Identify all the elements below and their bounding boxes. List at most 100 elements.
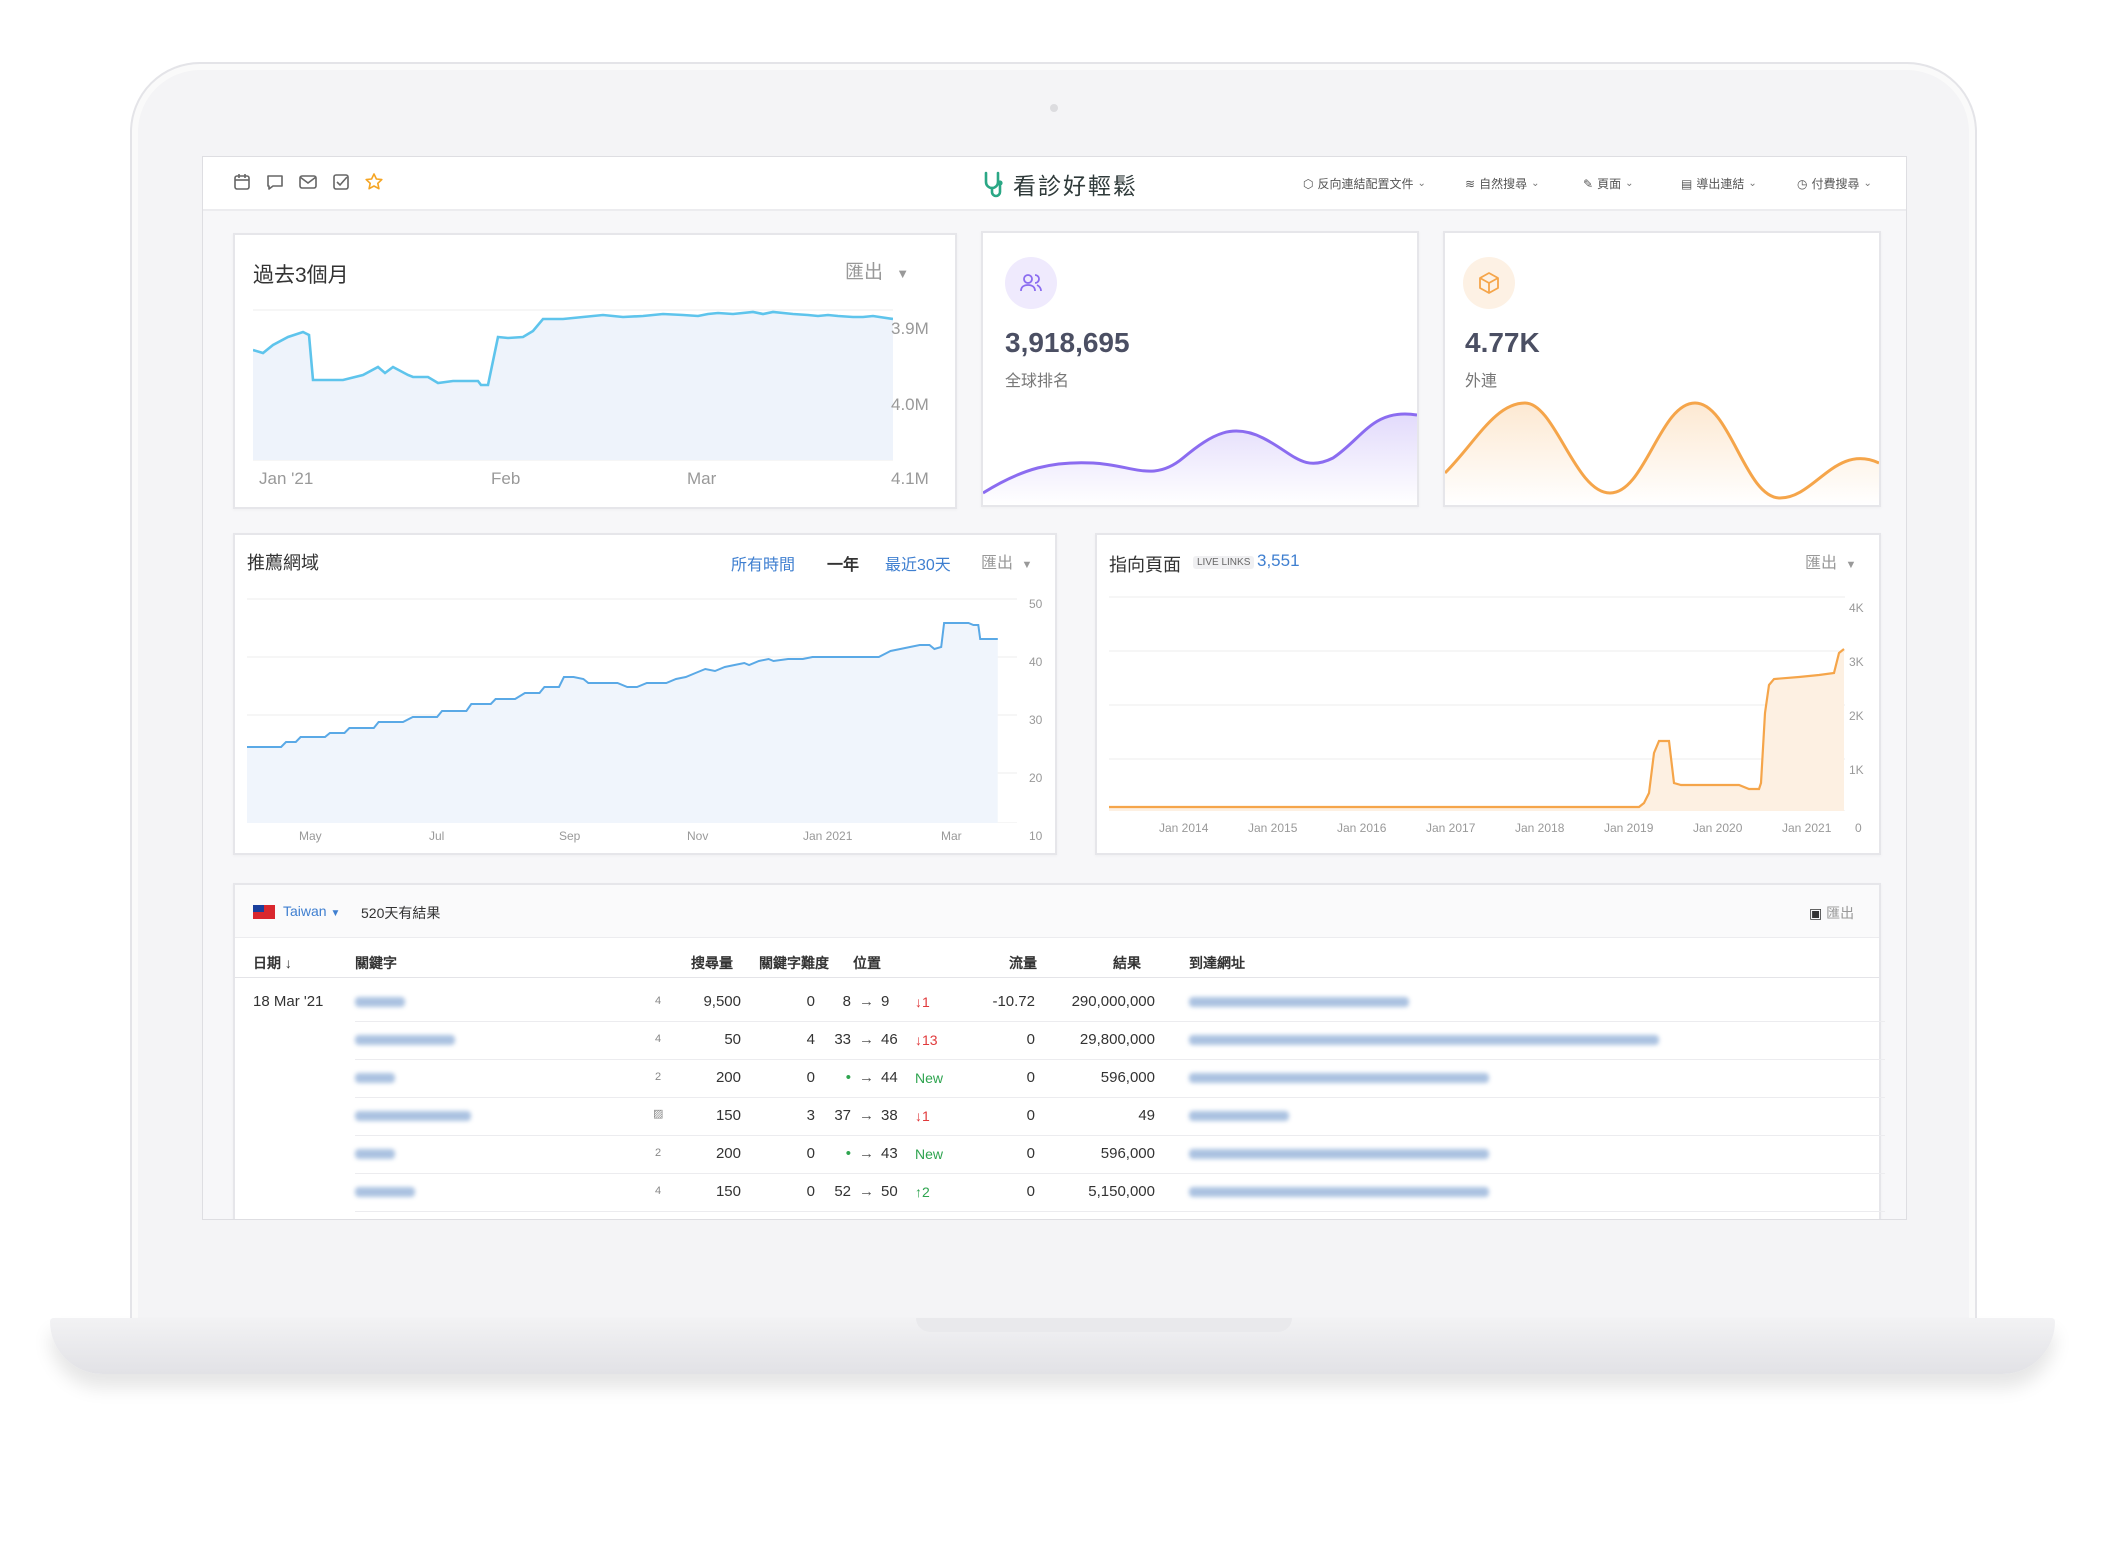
arrow-right-icon: → (859, 993, 874, 1010)
checkbox-icon[interactable] (331, 172, 351, 192)
keyword-link-redacted[interactable] (355, 1073, 395, 1083)
chevron-down-icon: ⌄ (1748, 178, 1757, 189)
landing-url-redacted[interactable] (1189, 1149, 1489, 1159)
y-tick: 50 (1029, 597, 1043, 611)
menu-outgoing-links[interactable]: ▤ 導出連結 ⌄ (1681, 175, 1757, 192)
range-all-time[interactable]: 所有時間 (731, 551, 795, 575)
col-url[interactable]: 到達網址 (1189, 953, 1245, 973)
export-button[interactable]: 匯出 ▼ (845, 257, 909, 284)
menu-paid-search[interactable]: ◷ 付費搜尋 ⌄ (1797, 175, 1872, 192)
y-tick: 30 (1029, 713, 1043, 727)
card-title: 過去3個月 (253, 264, 349, 287)
laptop-base (50, 1318, 2055, 1374)
keyword-link-redacted[interactable] (355, 1111, 471, 1121)
range-last-30-days[interactable]: 最近30天 (885, 551, 951, 575)
position-change-cell: New (915, 1146, 944, 1162)
chevron-down-icon: ⌄ (1531, 178, 1540, 189)
keyword-link-redacted[interactable] (355, 997, 405, 1007)
y-tick: 2K (1849, 709, 1864, 723)
x-tick: Jul (429, 829, 445, 843)
col-traffic[interactable]: 流量 (1009, 953, 1037, 973)
landing-url-redacted[interactable] (1189, 1111, 1289, 1121)
camera (1050, 104, 1058, 112)
menu-label: 付費搜尋 (1811, 177, 1860, 191)
global-rank-value: 3,918,695 (1005, 327, 1130, 358)
arrow-right-icon: → (859, 1183, 874, 1200)
arrow-right-icon: → (859, 1107, 874, 1124)
export-button[interactable]: ▣ 匯出 (1809, 903, 1854, 923)
export-button[interactable]: 匯出 ▼ (1805, 549, 1856, 573)
chat-icon[interactable] (265, 172, 285, 192)
export-label: 匯出 (981, 555, 1014, 572)
document-icon: ▤ (1681, 176, 1693, 191)
pages-card: 指向頁面 LIVE LINKS 3,551 匯出 ▼ 4K 3K 2K 1K 0… (1095, 533, 1881, 855)
y-tick: 0 (1855, 821, 1862, 835)
col-volume[interactable]: 搜尋量 (691, 953, 733, 973)
results-cell: 596,000 (1100, 1069, 1155, 1086)
pages-count[interactable]: 3,551 (1257, 551, 1300, 571)
results-cell: 29,800,000 (1079, 1031, 1155, 1048)
position-change-cell: New (915, 1070, 944, 1086)
range-one-year[interactable]: 一年 (827, 551, 859, 575)
box-icon-circle (1463, 257, 1515, 309)
position-change-cell: ↓1 (915, 1108, 930, 1124)
position-to-cell: 38 (881, 1107, 898, 1124)
results-cell: 290,000,000 (1071, 993, 1155, 1010)
col-date[interactable]: 日期 ↓ (253, 953, 292, 973)
col-results[interactable]: 結果 (1113, 953, 1141, 973)
file-icon: ▣ (1809, 905, 1823, 921)
export-label: 匯出 (1826, 905, 1855, 921)
landing-url-redacted[interactable] (1189, 1073, 1489, 1083)
table-row-divider (355, 1211, 1885, 1212)
x-tick: Feb (491, 469, 521, 488)
x-tick: Mar (687, 469, 717, 488)
position-from-cell: • (845, 1145, 851, 1162)
landing-url-redacted[interactable] (1189, 1035, 1659, 1045)
keywords-table-card: Taiwan ▼ 520天有結果 ▣ 匯出 日期 ↓ 關鍵字 搜尋量 關鍵字難度… (233, 883, 1885, 1219)
difficulty-cell: 4 (806, 1031, 815, 1048)
layers-icon: ≋ (1465, 176, 1476, 191)
difficulty-cell: 0 (806, 1069, 815, 1086)
taiwan-flag-icon (253, 905, 275, 919)
menu-organic-search[interactable]: ≋ 自然搜尋 ⌄ (1465, 175, 1539, 192)
clock-icon: ◷ (1797, 176, 1808, 191)
menu-pages[interactable]: ✎ 頁面 ⌄ (1583, 175, 1633, 192)
position-change-cell: ↓13 (915, 1032, 938, 1048)
keyword-link-redacted[interactable] (355, 1149, 395, 1159)
x-tick: Jan 2018 (1515, 821, 1565, 835)
header-label: 日期 (253, 955, 281, 971)
table-row-divider (355, 1021, 1885, 1022)
header-divider (235, 977, 1879, 978)
mail-icon[interactable] (298, 172, 318, 192)
country-select[interactable]: Taiwan ▼ (283, 903, 340, 919)
volume-cell: 9,500 (703, 993, 741, 1010)
table-row-divider (355, 1173, 1885, 1174)
serp-feature-badge: 2 (655, 1071, 662, 1083)
global-rank-card: 3,918,695 全球排名 (981, 231, 1419, 507)
export-button[interactable]: 匯出 ▼ (981, 549, 1032, 573)
x-tick: Sep (559, 829, 581, 843)
volume-cell: 150 (715, 1183, 741, 1200)
table-row-divider (355, 1097, 1885, 1098)
landing-url-redacted[interactable] (1189, 997, 1409, 1007)
col-position[interactable]: 位置 (853, 953, 881, 973)
x-tick: Jan 2015 (1248, 821, 1298, 835)
keyword-link-redacted[interactable] (355, 1187, 415, 1197)
export-label: 匯出 (1805, 555, 1838, 572)
logo[interactable]: 看診好輕鬆 (981, 169, 1138, 200)
chevron-down-icon: ⌄ (1863, 178, 1872, 189)
y-tick: 20 (1029, 771, 1043, 785)
global-rank-sparkline (983, 412, 1417, 505)
menu-backlink-profile[interactable]: ⬡ 反向連結配置文件 ⌄ (1303, 175, 1426, 192)
keyword-link-redacted[interactable] (355, 1035, 455, 1045)
x-tick: Jan 2020 (1693, 821, 1743, 835)
chevron-down-icon: ⌄ (1417, 178, 1426, 189)
col-keyword[interactable]: 關鍵字 (355, 953, 397, 973)
results-cell: 5,150,000 (1088, 1183, 1155, 1200)
calendar-icon[interactable] (232, 172, 252, 192)
users-icon-circle (1005, 257, 1057, 309)
star-icon[interactable] (364, 172, 384, 192)
landing-url-redacted[interactable] (1189, 1187, 1489, 1197)
y-tick: 10 (1029, 829, 1043, 843)
col-difficulty[interactable]: 關鍵字難度 (759, 953, 829, 973)
